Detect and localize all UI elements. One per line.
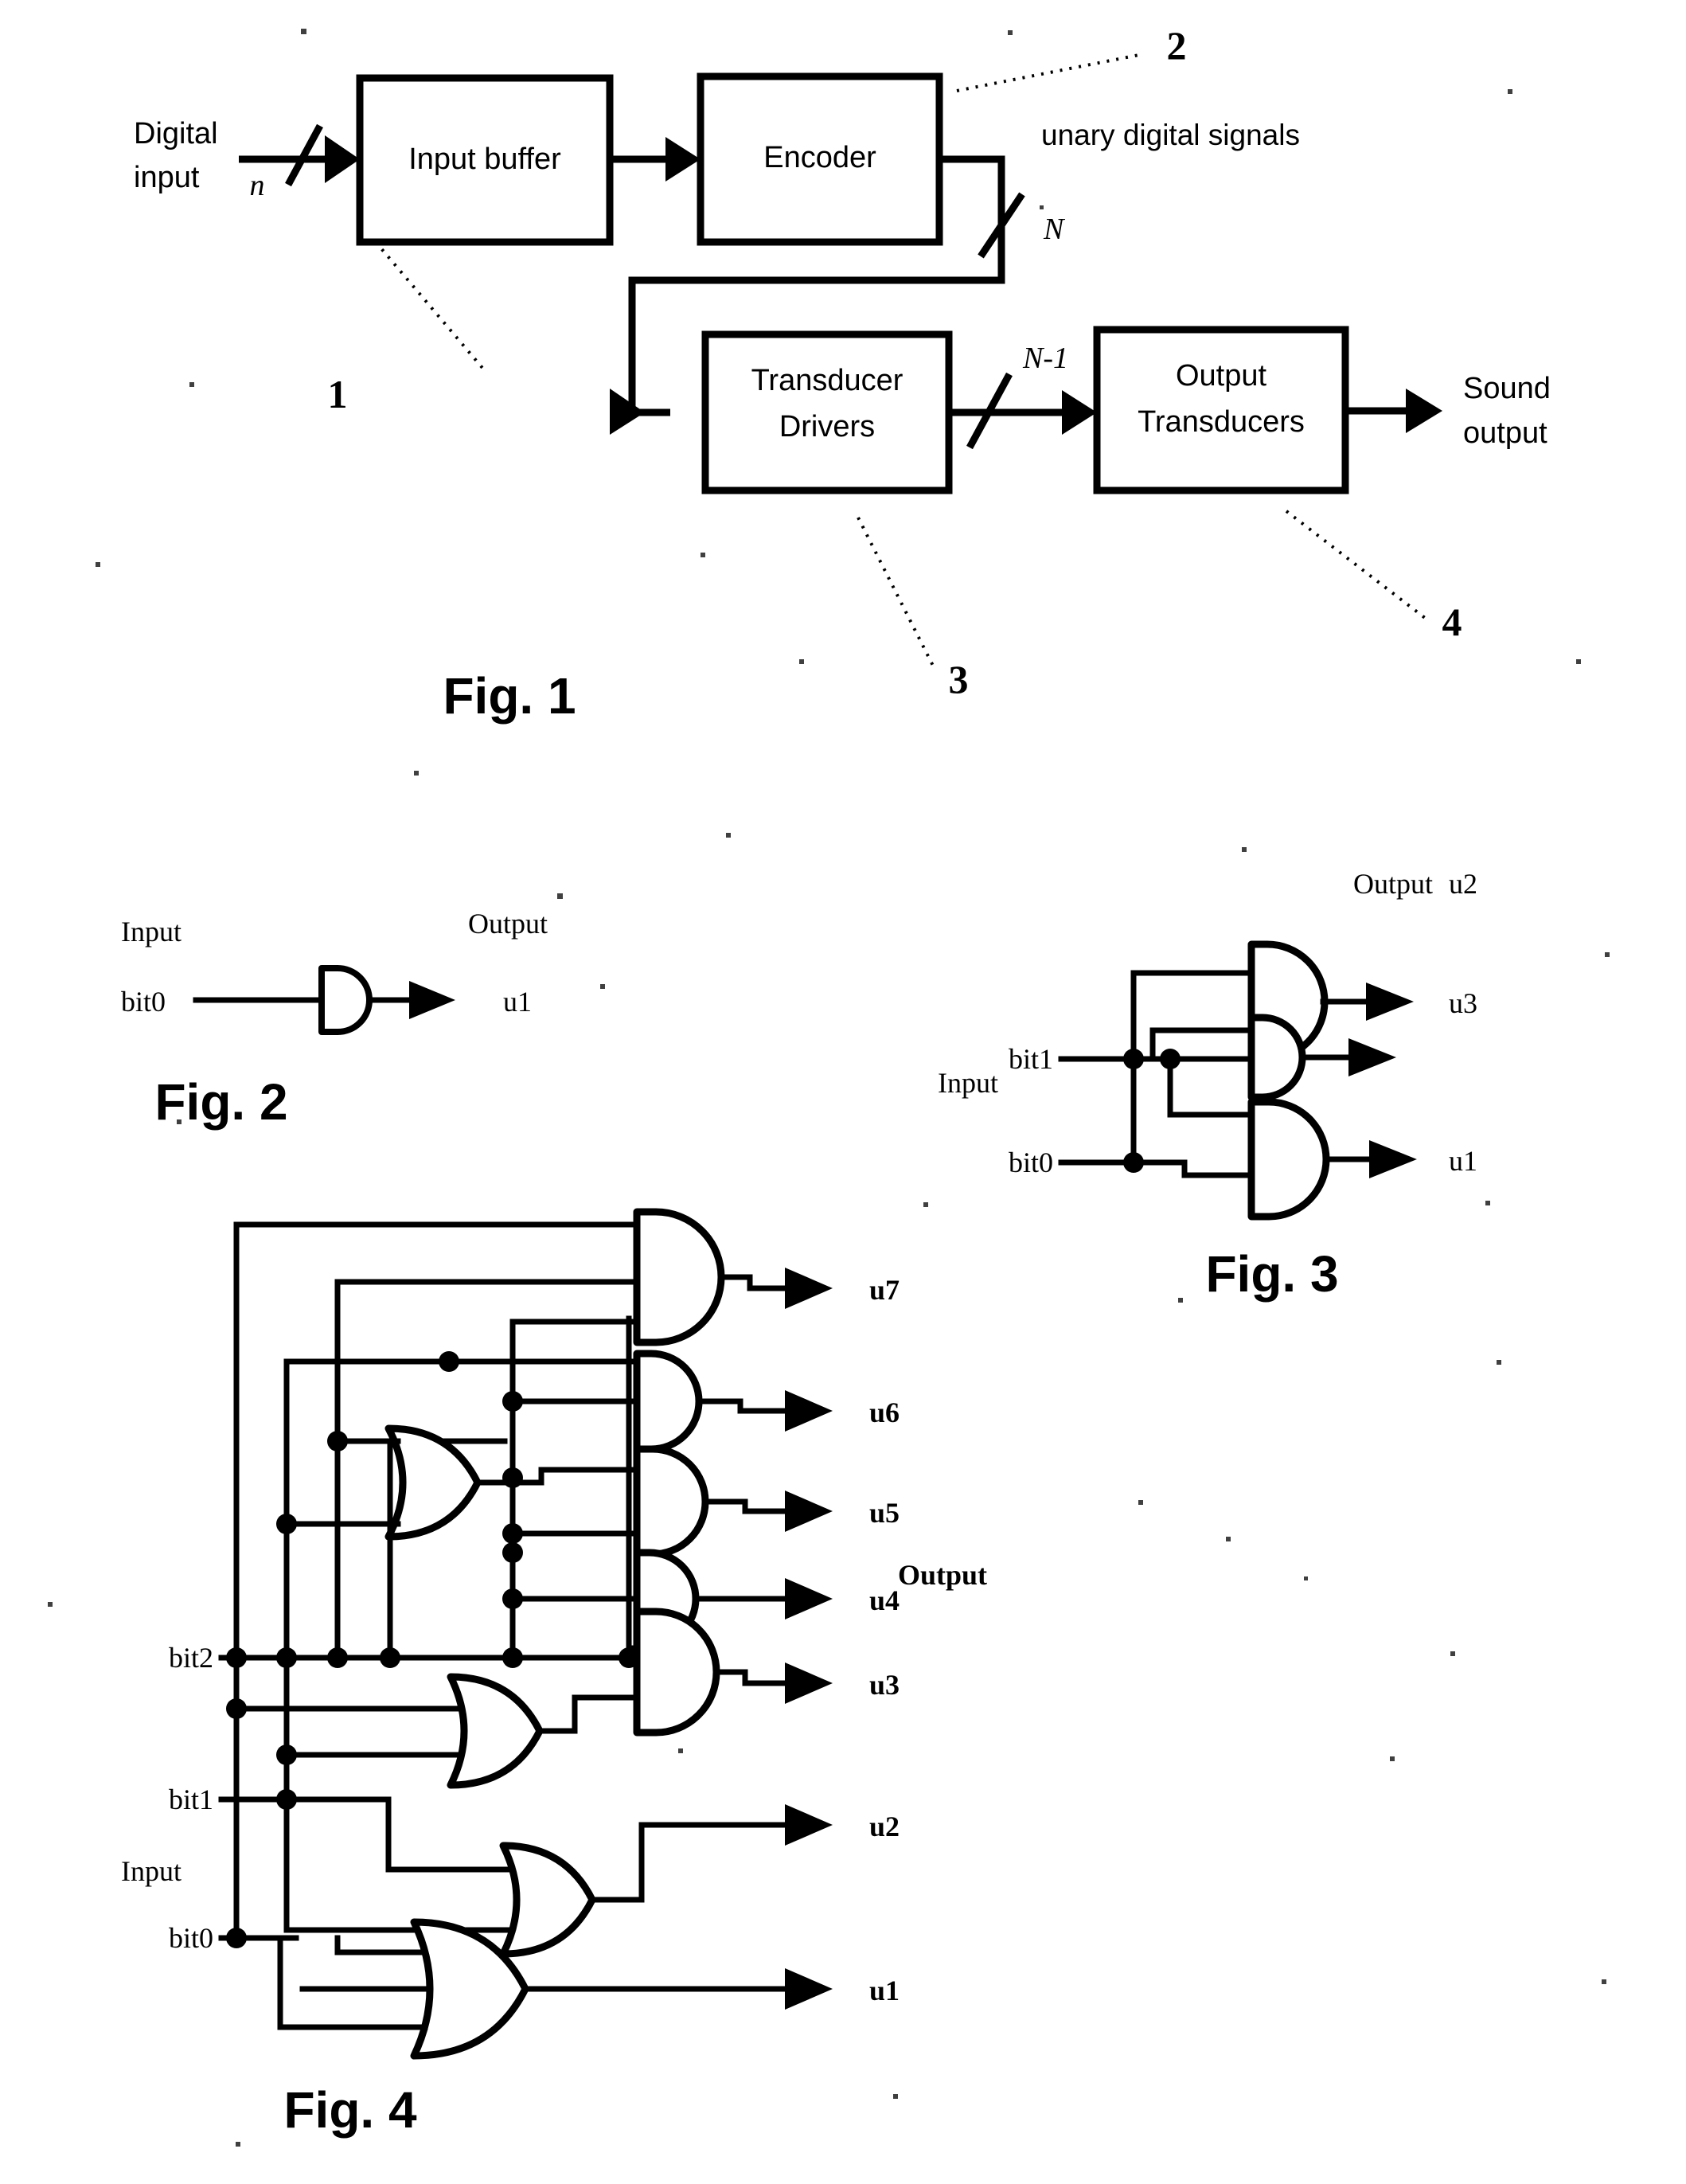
patent-drawing-sheet: Input buffer Encoder Transducer Drivers … [0, 0, 1686, 2184]
scan-noise-layer [48, 29, 1610, 2147]
